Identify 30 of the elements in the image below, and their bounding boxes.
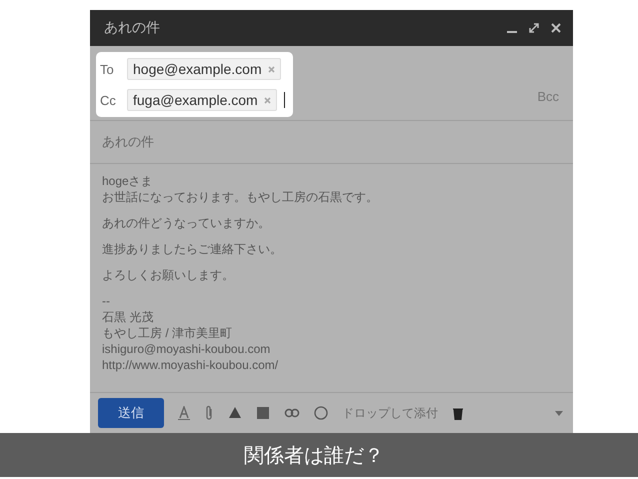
send-button[interactable]: 送信 [98,398,164,428]
body-text: もやし工房 / 津市美里町 [102,325,234,341]
recipient-chip[interactable]: fuga@example.com [127,89,277,111]
body-text: あれの件どうなっていますか。 [102,215,271,231]
paperclip-icon[interactable] [204,405,214,421]
drop-hint: ドロップして添付 [342,404,438,422]
trash-icon[interactable] [452,406,464,420]
field-label: To [100,62,115,76]
caret-icon[interactable] [555,410,563,416]
emoji-icon[interactable] [314,406,328,420]
window-title: あれの件 [104,19,161,37]
body-text: 進捗ありましたらご連絡下さい。 [102,241,283,257]
body-text: 石黒 光茂 [102,309,154,325]
triangle-icon[interactable] [228,406,242,420]
caption-text: 関係者は誰だ？ [244,442,384,468]
body-text: お世話になっております。もやし工房の石黒です。 [102,189,379,205]
body-text: よろしくお願いします。 [102,267,235,283]
body-text: hogeさま [102,173,154,189]
link-icon[interactable] [284,408,300,418]
text-format-icon[interactable] [178,406,190,420]
remove-icon[interactable] [264,96,271,104]
close-icon[interactable] [551,23,561,33]
recipient-chip[interactable]: hoge@example.com [127,58,281,80]
body-text: http://www.moyashi-koubou.com/ [102,357,280,373]
body-text: -- [102,293,111,309]
body-text: ishiguro@moyashi-koubou.com [102,341,272,357]
expand-icon[interactable] [529,23,539,33]
remove-icon[interactable] [268,66,275,72]
photo-icon[interactable] [256,406,270,420]
field-label: Cc [100,92,117,108]
